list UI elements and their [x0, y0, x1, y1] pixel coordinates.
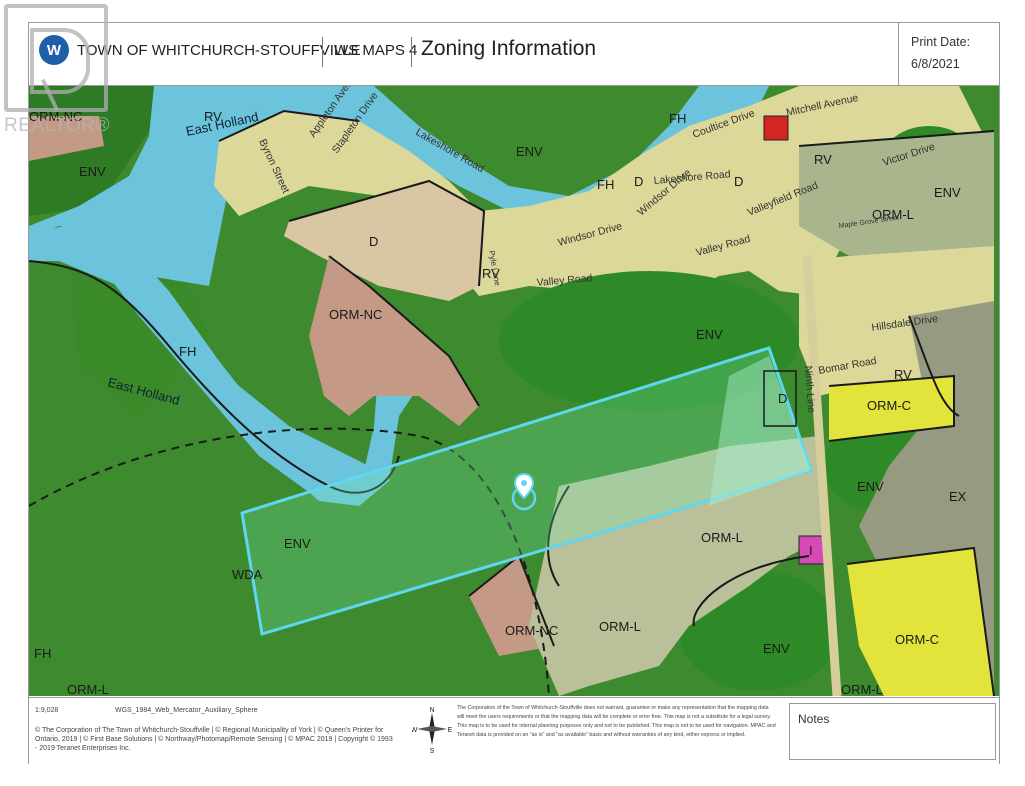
compass-n: N [429, 707, 434, 714]
header-divider [322, 37, 323, 67]
compass-e: E [448, 727, 452, 734]
zone-label-orm-l: ORM-L [701, 530, 743, 545]
disclaimer-line: The Corporation of the Town of Whitchurc… [457, 705, 769, 711]
zone-label-rv: RV [894, 367, 912, 382]
print-date-value: 6/8/2021 [911, 57, 960, 71]
map-header: W TOWN OF WHITCHURCH-STOUFFVILLE WS MAPS… [29, 23, 999, 86]
zoning-map-canvas[interactable]: ENV ENV ENV ENV ENV ENV ENV ORM-NC ORM-N… [29, 86, 999, 696]
orm-l-zone [799, 131, 994, 256]
notes-label: Notes [798, 712, 830, 726]
zone-label-fh: FH [669, 111, 686, 126]
zone-label-orm-nc: ORM-NC [329, 307, 382, 322]
header-divider [411, 37, 412, 67]
zone-label-fh: FH [34, 646, 51, 661]
zone-label-env: ENV [79, 164, 106, 179]
zoning-map[interactable]: ENV ENV ENV ENV ENV ENV ENV ORM-NC ORM-N… [29, 86, 999, 696]
copyright-line: - 2019 Teranet Enterprises Inc. [35, 745, 131, 752]
product-name: WS MAPS 4 [334, 42, 418, 59]
zone-label-orm-l: ORM-L [67, 682, 109, 696]
watermark-text: REALTOR® [4, 115, 110, 136]
disclaimer-line: Teranet data is provided on an "as is" a… [457, 732, 746, 738]
map-projection: WGS_1984_Web_Mercator_Auxiliary_Sphere [115, 707, 258, 714]
zone-label-env: ENV [516, 144, 543, 159]
location-marker-dot-icon [521, 480, 527, 486]
zone-label-env: ENV [284, 536, 311, 551]
zone-label-d: D [734, 174, 743, 189]
zone-label-d: D [778, 391, 787, 406]
compass-rose-icon: N S W E [411, 707, 453, 755]
realtor-logo-icon [4, 4, 108, 112]
zone-label-orm-c: ORM-C [867, 398, 911, 413]
compass-s: S [430, 748, 435, 754]
zone-label-orm-nc: ORM-NC [505, 623, 558, 638]
zone-label-rv: RV [814, 152, 832, 167]
disclaimer-line: will meet the users requirements or that… [457, 714, 771, 720]
zone-label-env: ENV [857, 479, 884, 494]
zone-label-i: I [809, 543, 813, 558]
print-date-label: Print Date: [911, 35, 971, 49]
map-frame: W TOWN OF WHITCHURCH-STOUFFVILLE WS MAPS… [28, 22, 1000, 764]
zone-label-ex: EX [949, 489, 967, 504]
notes-box: Notes [789, 703, 996, 760]
north-arrow-icon: N S W E [411, 704, 453, 755]
zone-label-fh: FH [597, 177, 614, 192]
map-scale: 1:9,028 [35, 707, 59, 714]
realtor-watermark: REALTOR® [0, 0, 120, 140]
zone-label-orm-c: ORM-C [895, 632, 939, 647]
zone-label-d: D [369, 234, 378, 249]
zone-label-env: ENV [696, 327, 723, 342]
red-parcel-zone [763, 115, 789, 141]
map-title: Zoning Information [421, 37, 597, 60]
zone-label-orm-l: ORM-L [599, 619, 641, 634]
zone-label-wda: WDA [232, 567, 263, 582]
zone-label-d: D [634, 174, 643, 189]
map-footer: 1:9,028 WGS_1984_Web_Mercator_Auxiliary_… [29, 697, 999, 764]
zone-label-orm-l: ORM-L [841, 682, 883, 696]
print-date-box: Print Date: 6/8/2021 [898, 23, 1000, 85]
disclaimer-line: This map is to be used for internal plan… [457, 723, 776, 729]
zone-label-env: ENV [934, 185, 961, 200]
zone-label-env: ENV [763, 641, 790, 656]
copyright-line: © The Corporation of The Town of Whitchu… [35, 727, 384, 734]
zone-label-fh: FH [179, 344, 196, 359]
copyright-line: Ontario, 2019 | © First Base Solutions |… [35, 736, 393, 743]
compass-w: W [412, 727, 418, 734]
